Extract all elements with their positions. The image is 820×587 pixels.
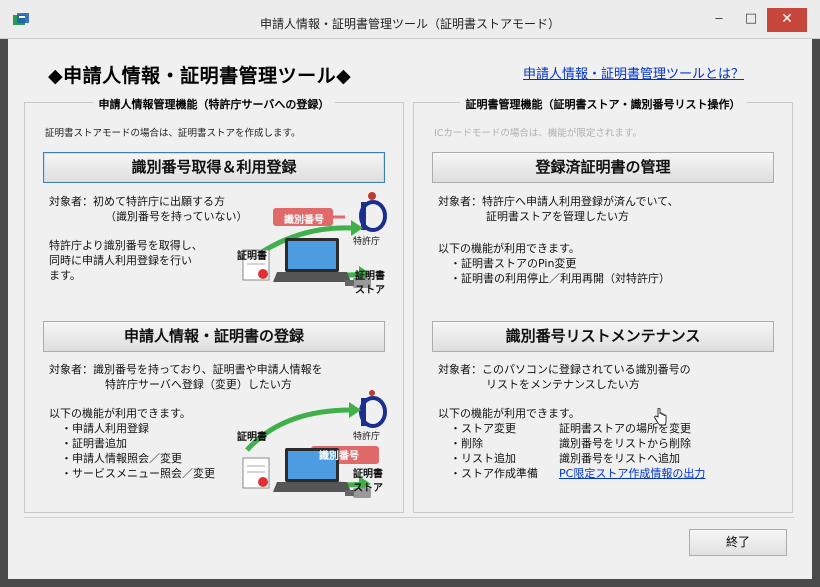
store-mode-note: 証明書ストアモードの場合は、証明書ストアを作成します。 <box>45 128 301 139</box>
target-text: 対象者：このパソコンに登録されている識別番号の <box>438 363 691 376</box>
applicant-info-group: 申請人情報管理機能（特許庁サーバへの登録） 証明書ストアモードの場合は、証明書ス… <box>24 98 404 513</box>
hand-cursor-icon <box>654 408 667 426</box>
feature-desc: 識別番号をリストから削除 <box>559 437 691 450</box>
exit-button[interactable]: 終了 <box>689 529 787 556</box>
feature-item: ・申請人利用登録 <box>61 422 149 435</box>
feature-name: ・削除 <box>450 437 483 450</box>
title-bar: 申請人情報・証明書管理ツール（証明書ストアモード） ‒ □ ✕ <box>0 0 820 39</box>
feature-item: ・申請人情報照会／変更 <box>61 452 182 465</box>
certificate-icon <box>242 457 270 489</box>
illu-cert-label: 証明書 <box>237 251 267 262</box>
group-title-certificate: 証明書管理機能（証明書ストア・識別番号リスト操作） <box>459 98 747 111</box>
minimize-button[interactable]: ‒ <box>704 8 734 32</box>
maximize-button[interactable]: □ <box>736 8 766 32</box>
illu-store-label: 証明書 <box>353 469 383 480</box>
target-text: 対象者：特許庁へ申請人利用登録が済んでいて、 <box>438 195 679 208</box>
target-text-sub: リストをメンテナンスしたい方 <box>486 378 640 391</box>
feature-item: ・証明書ストアのPin変更 <box>450 257 577 270</box>
desc-text: 同時に申請人利用登録を行い <box>49 254 192 267</box>
target-text: 対象者：初めて特許庁に出願する方 <box>49 195 225 208</box>
illu-store-label: ストア <box>355 285 385 296</box>
feature-desc: 識別番号をリストへ追加 <box>559 452 680 465</box>
illu-jpo-label: 特許庁 <box>353 237 381 247</box>
desc-text: ます。 <box>49 269 81 282</box>
footer-separator <box>24 517 794 518</box>
id-list-maintenance-button[interactable]: 識別番号リストメンテナンス <box>432 321 774 352</box>
registered-cert-manage-button[interactable]: 登録済証明書の管理 <box>432 152 774 183</box>
illu-jpo-label: 特許庁 <box>353 432 381 442</box>
page-title: ◆申請人情報・証明書管理ツール◆ <box>48 65 352 87</box>
applicant-cert-register-button[interactable]: 申請人情報・証明書の登録 <box>43 321 385 352</box>
client-area: ◆申請人情報・証明書管理ツール◆ 申請人情報・証明書管理ツールとは？ 申請人情報… <box>8 39 812 579</box>
window-title: 申請人情報・証明書管理ツール（証明書ストアモード） <box>259 17 560 31</box>
illu-id-number-label: 識別番号 <box>319 451 359 462</box>
jpo-logo-icon <box>359 390 387 428</box>
feature-name: ・ストア変更 <box>450 422 516 435</box>
feature-item: ・サービスメニュー照会／変更 <box>61 467 215 480</box>
pc-store-output-link[interactable]: PC限定ストア作成情報の出力 <box>559 466 705 481</box>
jpo-logo-icon <box>359 192 387 232</box>
target-text-sub: 証明書ストアを管理したい方 <box>486 210 629 223</box>
target-text-sub: （識別番号を持っていない） <box>105 210 248 223</box>
id-acquire-register-button[interactable]: 識別番号取得＆利用登録 <box>43 152 385 183</box>
features-intro: 以下の機能が利用できます。 <box>438 242 580 255</box>
illu-store-label: 証明書 <box>355 271 385 282</box>
feature-item: ・証明書の利用停止／利用再開（対特許庁） <box>450 272 670 285</box>
laptop-icon <box>273 238 351 282</box>
feature-name: ・ストア作成準備 <box>450 467 538 480</box>
feature-item: ・証明書追加 <box>61 437 127 450</box>
features-intro: 以下の機能が利用できます。 <box>438 407 580 420</box>
illu-store-label: ストア <box>353 483 383 494</box>
target-text: 対象者：識別番号を持っており、証明書や申請人情報を <box>49 363 323 376</box>
close-button[interactable]: ✕ <box>767 8 807 32</box>
illu-cert-label: 証明書 <box>237 432 267 443</box>
desc-text: 特許庁より識別番号を取得し、 <box>49 239 203 252</box>
features-intro: 以下の機能が利用できます。 <box>49 407 191 420</box>
illu-id-number-label: 識別番号 <box>284 215 324 226</box>
window-frame: 申請人情報・証明書管理ツール（証明書ストアモード） ‒ □ ✕ ◆申請人情報・証… <box>0 0 820 587</box>
certificate-management-group: 証明書管理機能（証明書ストア・識別番号リスト操作） ICカードモードの場合は、機… <box>413 98 793 513</box>
ic-card-mode-note: ICカードモードの場合は、機能が限定されます。 <box>434 128 642 139</box>
help-link[interactable]: 申請人情報・証明書管理ツールとは？ <box>523 63 744 82</box>
feature-desc: 証明書ストアの場所を変更 <box>559 422 691 435</box>
feature-name: ・リスト追加 <box>450 452 516 465</box>
group-title-applicant: 申請人情報管理機能（特許庁サーバへの登録） <box>92 98 336 111</box>
